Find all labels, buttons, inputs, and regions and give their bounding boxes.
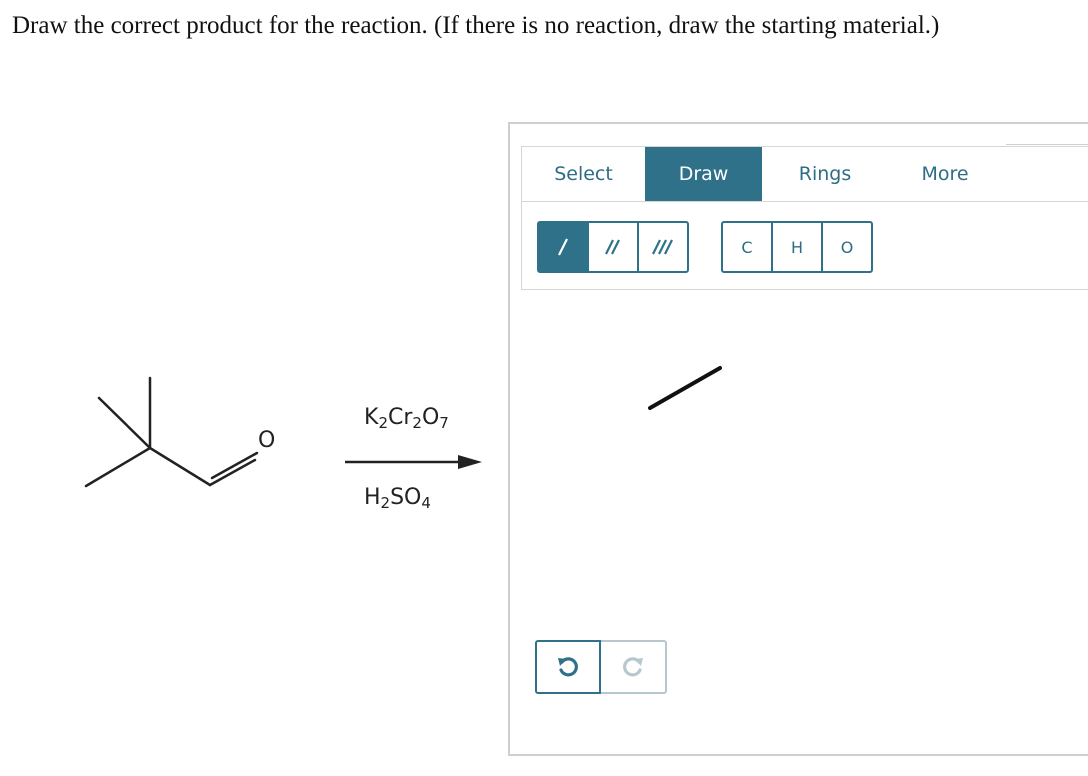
drawn-bond [648,366,722,410]
history-controls [535,640,667,694]
redo-button[interactable] [601,640,667,694]
double-bond-button[interactable] [587,221,639,273]
bond-methyl-left [97,396,152,450]
reagent-o: O [421,405,440,430]
reagent-h-sub: 2 [380,494,391,512]
bond-c-c [208,458,257,487]
oxygen-atom-label: O [258,428,276,453]
bond-tool-group [537,221,689,273]
reagent-so-sub: 4 [421,494,431,512]
sketcher-toolbar: Select Draw Rings More C H O [521,146,1088,290]
triple-bond-button[interactable] [637,221,689,273]
starting-material-structure [84,376,482,488]
tab-rings[interactable]: Rings [762,147,888,201]
reaction-arrow-head [458,455,482,469]
molecule-sketcher: Select Draw Rings More C H O [508,122,1088,756]
tab-select[interactable]: Select [522,147,645,201]
sketcher-top-divider [1006,144,1088,145]
reagent-cr-sub: 2 [412,414,422,432]
atom-tool-group: C H O [721,221,873,273]
undo-button[interactable] [535,640,601,694]
undo-icon [558,657,578,677]
reagent-h: H [364,485,381,510]
reagent-cr: Cr [387,405,413,430]
atom-h-button[interactable]: H [771,221,823,273]
tab-more[interactable]: More [888,147,1002,201]
atom-c-button[interactable]: C [721,221,773,273]
single-bond-button[interactable] [537,221,589,273]
bond-ch2 [148,446,212,487]
reagent-acid: H2SO4 [364,485,431,512]
reaction-scheme: O K2Cr2O7 H2SO4 [0,0,500,776]
atom-o-button[interactable]: O [821,221,873,273]
bond-methyl-bottom [84,446,152,488]
reagent-k-sub: 2 [378,414,388,432]
reagent-so: SO [390,485,422,510]
tab-draw[interactable]: Draw [645,147,762,201]
reagent-oxidant: K2Cr2O7 [364,405,449,432]
single-bond-icon [558,238,568,256]
double-bond-icon [605,239,620,255]
reagent-o-sub: 7 [439,414,449,432]
reagent-k: K [364,405,379,430]
triple-bond-icon [652,239,673,255]
bond-co-outer [210,451,259,480]
redo-icon [623,657,643,677]
tab-divider [522,201,1088,202]
